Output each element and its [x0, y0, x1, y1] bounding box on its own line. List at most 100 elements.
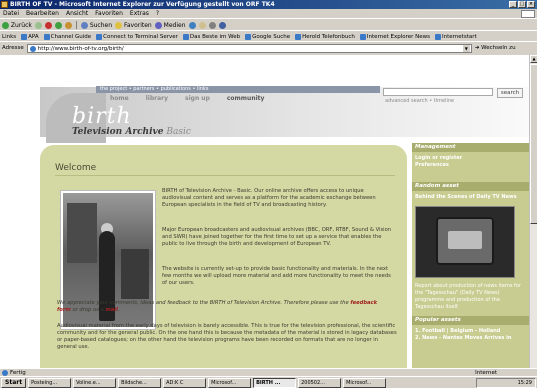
search-links[interactable]: advanced search • timeline	[385, 98, 454, 104]
taskbar-item[interactable]: Voline.e...	[73, 377, 117, 388]
popular-item[interactable]: 1. Football | Belgium - Holland	[415, 328, 526, 335]
site-search-button[interactable]: search	[497, 88, 523, 98]
home-icon[interactable]	[64, 21, 72, 29]
random-asset-header: Random asset	[412, 182, 529, 191]
title-bar: BIRTH OF TV - Microsoft Internet Explore…	[0, 0, 537, 9]
window-title: BIRTH OF TV - Microsoft Internet Explore…	[10, 1, 275, 8]
link-apa[interactable]: APA	[21, 32, 39, 41]
partners-paragraph: Major European broadcasters and audiovis…	[162, 227, 392, 247]
title-divider	[55, 175, 395, 176]
address-label: Adresse	[2, 45, 24, 51]
scroll-up-icon[interactable]: ▲	[530, 55, 537, 63]
menu-help[interactable]: ?	[156, 9, 159, 18]
popular-item[interactable]: 2. News - Nantes Moves Arrives in	[415, 335, 526, 342]
dropdown-arrow-icon[interactable]: ▼	[462, 45, 470, 52]
clock: 15:29	[517, 380, 532, 386]
site-subtitle: Television Archive Basic	[72, 127, 191, 137]
go-button[interactable]: ➜ Wechseln zu	[475, 43, 516, 54]
site-header: the project • partners • publications • …	[0, 55, 529, 145]
page-icon	[245, 33, 252, 40]
page-icon	[21, 33, 28, 40]
random-asset-title[interactable]: Behind the Scenes of Daily TV News	[412, 191, 529, 204]
menu-favoriten[interactable]: Favoriten	[95, 9, 123, 18]
link-ie-news[interactable]: Internet Explorer News	[359, 32, 430, 41]
address-input[interactable]: http://www.birth-of-tv.org/birth/ ▼	[26, 44, 472, 53]
nav-library[interactable]: library	[146, 95, 168, 102]
window-controls: _ □ ×	[509, 1, 535, 8]
taskbar-item[interactable]: Bildsche...	[118, 377, 162, 388]
toolbar: Zurück Suchen Favoriten Medien	[0, 20, 537, 31]
mail-icon[interactable]	[198, 21, 206, 29]
popular-header: Popular assets	[412, 316, 529, 325]
nav-community[interactable]: community	[227, 95, 265, 102]
menu-datei[interactable]: Datei	[3, 9, 19, 18]
photo-device	[121, 249, 149, 299]
random-asset-image[interactable]	[415, 206, 515, 278]
forward-arrow-icon[interactable]	[34, 21, 42, 29]
back-button[interactable]: Zurück	[2, 20, 32, 31]
management-body: Login or register Preferences	[412, 152, 529, 172]
system-tray: 15:29	[476, 378, 536, 388]
address-bar: Adresse http://www.birth-of-tv.org/birth…	[0, 43, 537, 54]
taskbar: Start Posteing... Voline.e... Bildsche..…	[0, 376, 537, 388]
edit-icon[interactable]	[218, 21, 226, 29]
popular-list: 1. Football | Belgium - Holland 2. News …	[412, 325, 529, 345]
intro-paragraph: BIRTH of Television Archive - Basic. Our…	[162, 188, 376, 208]
site-logo[interactable]: birth	[72, 104, 132, 129]
maximize-button[interactable]: □	[518, 1, 526, 8]
menu-bar: Datei Bearbeiten Ansicht Favoriten Extra…	[0, 9, 537, 19]
taskbar-item[interactable]: Posteing...	[28, 377, 72, 388]
setup-paragraph: The website is currently set-up to provi…	[162, 266, 391, 286]
taskbar-item[interactable]: Microsof...	[208, 377, 252, 388]
management-header: Management	[412, 143, 529, 152]
status-bar: Fertig Internet	[0, 368, 537, 376]
menu-extras[interactable]: Extras	[130, 9, 149, 18]
preferences-link[interactable]: Preferences	[415, 162, 526, 169]
link-beste-im-web[interactable]: Das Beste im Web	[182, 32, 240, 41]
taskbar-item-active[interactable]: BIRTH ...	[253, 377, 297, 388]
login-link[interactable]: Login or register	[415, 155, 526, 162]
link-google[interactable]: Google Suche	[245, 32, 290, 41]
vertical-scrollbar[interactable]: ▲	[529, 55, 537, 368]
taskbar-item[interactable]: Microsof...	[343, 377, 387, 388]
taskbar-item[interactable]: 200502...	[298, 377, 342, 388]
search-icon	[80, 21, 88, 29]
close-button[interactable]: ×	[527, 1, 535, 8]
feedback-note: We appreciate your comments, ideas and f…	[57, 300, 378, 313]
link-channel-guide[interactable]: Channel Guide	[43, 32, 91, 41]
menu-ansicht[interactable]: Ansicht	[66, 9, 88, 18]
print-icon[interactable]	[208, 21, 216, 29]
favorites-button[interactable]: Favoriten	[115, 20, 152, 31]
nav-sign-up[interactable]: sign up	[185, 95, 210, 102]
page-icon	[295, 33, 302, 40]
site-search-input[interactable]	[383, 88, 493, 96]
menu-bearbeiten[interactable]: Bearbeiten	[26, 9, 59, 18]
minimize-button[interactable]: _	[509, 1, 517, 8]
history-icon[interactable]	[188, 21, 196, 29]
scroll-thumb[interactable]	[530, 64, 537, 224]
taskbar-item[interactable]: AD:K C	[163, 377, 207, 388]
page-viewport: the project • partners • publications • …	[0, 55, 529, 368]
stop-icon[interactable]	[44, 21, 52, 29]
back-arrow-icon	[2, 21, 9, 29]
link-herold[interactable]: Herold Telefonbuch	[295, 32, 355, 41]
search-area: search advanced search • timeline	[383, 88, 523, 104]
tv-screen	[436, 217, 494, 265]
mail-link[interactable]: mail	[105, 307, 117, 313]
page-icon	[435, 33, 441, 40]
random-asset-desc: Report about production of news items fo…	[415, 283, 521, 310]
nav-home[interactable]: home	[110, 95, 129, 102]
start-button[interactable]: Start	[1, 377, 27, 388]
refresh-icon[interactable]	[54, 21, 62, 29]
link-terminal-server[interactable]: Connect to Terminal Server	[96, 32, 178, 41]
links-bar: Links APA Channel Guide Connect to Termi…	[0, 32, 537, 42]
page-icon	[182, 33, 189, 40]
page-title: Welcome	[55, 163, 97, 173]
ie-icon	[1, 1, 8, 8]
links-label: Links	[2, 34, 17, 40]
search-button[interactable]: Suchen	[80, 20, 112, 31]
media-icon	[154, 21, 162, 29]
media-button[interactable]: Medien	[154, 20, 186, 31]
top-nav[interactable]: the project • partners • publications • …	[96, 86, 380, 93]
link-internetstart[interactable]: Internetstart	[435, 32, 477, 41]
